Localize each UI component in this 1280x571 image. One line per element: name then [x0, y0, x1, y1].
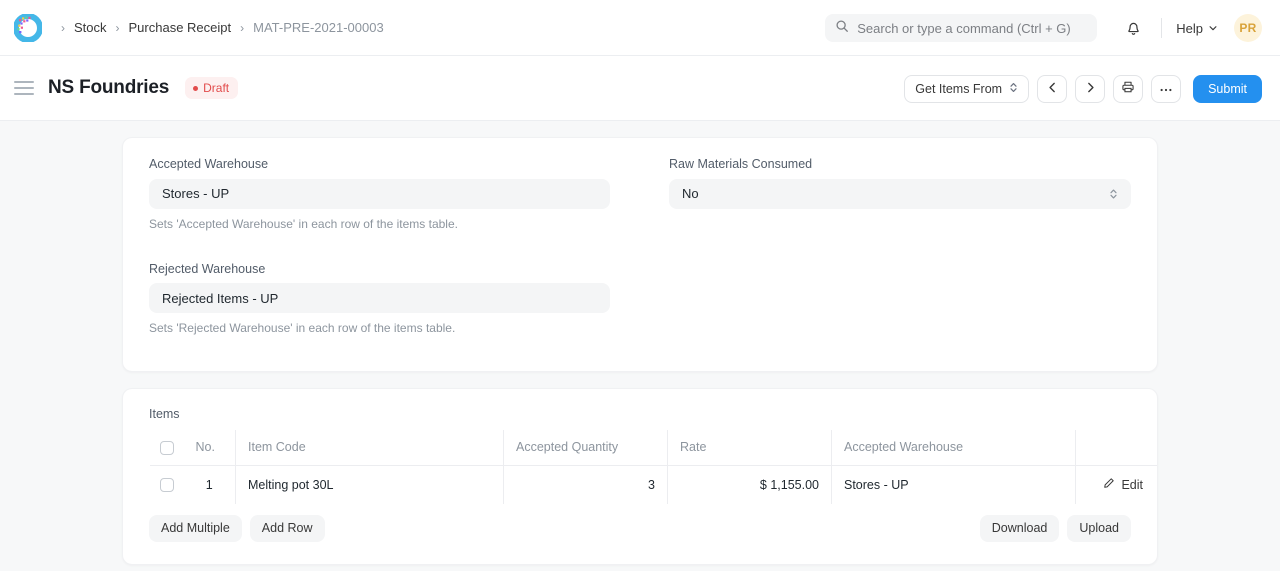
select-all-checkbox[interactable] [160, 441, 174, 455]
pencil-icon [1103, 477, 1115, 492]
status-badge: Draft [185, 77, 238, 99]
cell-accepted-warehouse[interactable]: Stores - UP [832, 465, 1076, 504]
frappe-logo-icon[interactable] [14, 14, 42, 42]
printer-icon [1121, 80, 1135, 97]
status-dot-icon [193, 86, 198, 91]
navbar-right-controls: Search or type a command (Ctrl + G) Help… [825, 0, 1262, 56]
rejected-warehouse-field: Rejected Warehouse Rejected Items - UP S… [149, 261, 610, 338]
row-checkbox[interactable] [160, 478, 174, 492]
bell-icon[interactable] [1119, 14, 1147, 42]
warehouse-left-column: Accepted Warehouse Stores - UP Sets 'Acc… [149, 156, 640, 349]
search-icon [835, 19, 849, 38]
raw-materials-consumed-value: No [682, 186, 699, 201]
cell-rate[interactable]: $ 1,155.00 [668, 465, 832, 504]
more-options-button[interactable] [1151, 75, 1181, 103]
cell-accepted-quantity[interactable]: 3 [504, 465, 668, 504]
spacer [149, 244, 610, 261]
breadcrumb-separator: › [116, 22, 120, 34]
accepted-warehouse-field: Accepted Warehouse Stores - UP Sets 'Acc… [149, 156, 610, 233]
breadcrumb-item-current: MAT-PRE-2021-00003 [253, 20, 384, 35]
breadcrumb-separator: › [240, 22, 244, 34]
column-header-accepted-warehouse[interactable]: Accepted Warehouse [832, 429, 1076, 465]
get-items-from-label: Get Items From [915, 82, 1002, 96]
download-button[interactable]: Download [980, 515, 1060, 542]
raw-materials-consumed-label: Raw Materials Consumed [669, 156, 1131, 174]
ellipsis-icon [1159, 82, 1173, 96]
breadcrumb-item-purchase-receipt[interactable]: Purchase Receipt [129, 20, 232, 35]
edit-row-button[interactable]: Edit [1103, 477, 1143, 492]
items-grid-footer: Add Multiple Add Row Download Upload [149, 515, 1131, 542]
page-content: Accepted Warehouse Stores - UP Sets 'Acc… [0, 121, 1280, 571]
raw-materials-consumed-select[interactable]: No [669, 179, 1131, 209]
page-header-actions: Get Items From [904, 56, 1262, 121]
select-caret-icon [1009, 81, 1018, 97]
submit-button[interactable]: Submit [1193, 75, 1262, 103]
breadcrumb: › Stock › Purchase Receipt › MAT-PRE-202… [52, 20, 384, 35]
edit-row-label: Edit [1121, 478, 1143, 492]
column-header-rate[interactable]: Rate [668, 429, 832, 465]
hamburger-menu-icon[interactable] [14, 77, 36, 99]
column-header-accepted-quantity[interactable]: Accepted Quantity [504, 429, 668, 465]
next-document-button[interactable] [1075, 75, 1105, 103]
chevron-right-icon [1084, 81, 1097, 97]
rejected-warehouse-input[interactable]: Rejected Items - UP [149, 283, 610, 313]
print-button[interactable] [1113, 75, 1143, 103]
items-grid-label: Items [149, 407, 1131, 421]
chevron-down-icon [1208, 21, 1218, 36]
items-table: No. Item Code Accepted Quantity Rate Acc… [149, 429, 1158, 505]
warehouse-right-column: Raw Materials Consumed No [640, 156, 1131, 349]
get-items-from-button[interactable]: Get Items From [904, 75, 1029, 103]
table-header-row: No. Item Code Accepted Quantity Rate Acc… [150, 429, 1158, 465]
page-header: NS Foundries Draft Get Items From [0, 56, 1280, 121]
rejected-warehouse-label: Rejected Warehouse [149, 261, 610, 279]
column-header-no[interactable]: No. [184, 429, 236, 465]
select-caret-icon [1109, 187, 1118, 200]
avatar[interactable]: PR [1234, 14, 1262, 42]
add-row-button[interactable]: Add Row [250, 515, 325, 542]
rejected-warehouse-description: Sets 'Rejected Warehouse' in each row of… [149, 320, 610, 337]
select-all-header [150, 429, 184, 465]
help-menu[interactable]: Help [1176, 21, 1218, 36]
status-label: Draft [203, 81, 229, 95]
divider [1161, 18, 1162, 38]
upload-button[interactable]: Upload [1067, 515, 1131, 542]
cell-item-code[interactable]: Melting pot 30L [236, 465, 504, 504]
page-title: NS Foundries [48, 77, 169, 99]
add-multiple-button[interactable]: Add Multiple [149, 515, 242, 542]
search-input[interactable]: Search or type a command (Ctrl + G) [825, 14, 1097, 42]
search-placeholder: Search or type a command (Ctrl + G) [857, 21, 1071, 36]
help-label: Help [1176, 21, 1203, 36]
previous-document-button[interactable] [1037, 75, 1067, 103]
row-select-cell [150, 465, 184, 504]
cell-actions: Edit [1076, 465, 1158, 504]
column-header-actions [1076, 429, 1158, 465]
table-row[interactable]: 1 Melting pot 30L 3 $ 1,155.00 Stores - … [150, 465, 1158, 504]
chevron-left-icon [1046, 81, 1059, 97]
breadcrumb-item-stock[interactable]: Stock [74, 20, 107, 35]
column-header-item-code[interactable]: Item Code [236, 429, 504, 465]
raw-materials-consumed-field: Raw Materials Consumed No [669, 156, 1131, 209]
accepted-warehouse-label: Accepted Warehouse [149, 156, 610, 174]
accepted-warehouse-description: Sets 'Accepted Warehouse' in each row of… [149, 216, 610, 233]
top-navbar: › Stock › Purchase Receipt › MAT-PRE-202… [0, 0, 1280, 56]
warehouse-section-card: Accepted Warehouse Stores - UP Sets 'Acc… [122, 137, 1158, 372]
breadcrumb-separator: › [61, 22, 65, 34]
cell-no: 1 [184, 465, 236, 504]
items-section-card: Items No. Item Code Accepted Quantity Ra… [122, 388, 1158, 565]
accepted-warehouse-input[interactable]: Stores - UP [149, 179, 610, 209]
